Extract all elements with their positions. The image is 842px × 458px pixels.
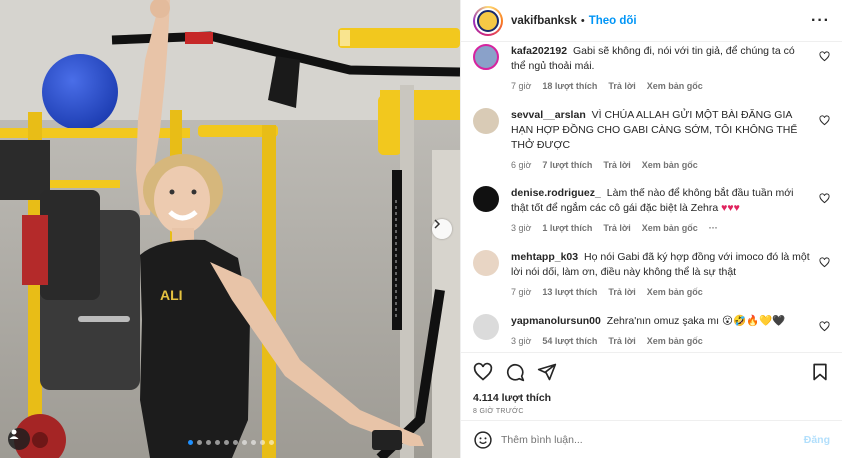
- see-original-button[interactable]: Xem bản gốc: [642, 158, 698, 173]
- comment-meta: 3 giờ 1 lượt thích Trả lời Xem bản gốc ·…: [511, 221, 810, 236]
- next-slide-button[interactable]: [432, 219, 452, 239]
- commenter-avatar[interactable]: [473, 44, 499, 70]
- share-icon[interactable]: [537, 362, 557, 382]
- gym-photo-illustration: ALI: [0, 0, 460, 458]
- carousel-dot: [251, 440, 256, 445]
- tagged-users-button[interactable]: [8, 428, 30, 450]
- post-viewer: ALI vakifbanksk • Theo dõi ··· kafa20219…: [0, 0, 842, 458]
- carousel-dot: [260, 440, 265, 445]
- comment-meta: 6 giờ 7 lượt thích Trả lời Xem bản gốc: [511, 158, 810, 173]
- heart-icon[interactable]: [819, 51, 830, 62]
- heart-icon[interactable]: [819, 115, 830, 126]
- comment-likes[interactable]: 1 lượt thích: [542, 221, 592, 236]
- svg-text:ALI: ALI: [160, 287, 183, 303]
- carousel-dot: [215, 440, 220, 445]
- post-actions-bar: [461, 352, 842, 390]
- heart-icon[interactable]: [819, 257, 830, 268]
- reply-button[interactable]: Trả lời: [608, 79, 635, 94]
- heart-icon[interactable]: [819, 321, 830, 332]
- comment-time[interactable]: 3 giờ: [511, 221, 531, 236]
- commenter-avatar[interactable]: [473, 314, 499, 340]
- post-comment-button[interactable]: Đăng: [804, 434, 830, 446]
- carousel-dot: [269, 440, 274, 445]
- carousel-dot: [224, 440, 229, 445]
- comment-likes[interactable]: 7 lượt thích: [542, 158, 592, 173]
- carousel-dot: [242, 440, 247, 445]
- see-original-button[interactable]: Xem bản gốc: [647, 334, 703, 349]
- comment-icon[interactable]: [505, 362, 525, 382]
- comment-likes[interactable]: 18 lượt thích: [542, 79, 597, 94]
- comment-emoji: ♥♥♥: [721, 202, 740, 214]
- see-original-button[interactable]: Xem bản gốc: [647, 285, 703, 300]
- comments-list[interactable]: kafa202192 Gabi sẽ không đi, nói với tin…: [461, 42, 842, 352]
- user-icon: [9, 429, 19, 439]
- comment-input[interactable]: [501, 433, 804, 446]
- post-time: 8 GIỜ TRƯỚC: [473, 408, 524, 415]
- comment-time[interactable]: 3 giờ: [511, 334, 531, 349]
- comment-item: mehtapp_k03 Họ nói Gabi đã ký hợp đồng v…: [473, 250, 830, 300]
- reply-button[interactable]: Trả lời: [603, 158, 630, 173]
- comment-meta: 7 giờ 13 lượt thích Trả lời Xem bản gốc: [511, 285, 810, 300]
- post-photo[interactable]: ALI: [0, 0, 460, 458]
- commenter-avatar[interactable]: [473, 250, 499, 276]
- author-avatar[interactable]: [473, 5, 503, 36]
- comment-emoji: 😮🤣🔥💛🖤: [722, 315, 786, 327]
- post-header: vakifbanksk • Theo dõi ···: [461, 0, 842, 42]
- heart-icon[interactable]: [819, 193, 830, 204]
- comment-time[interactable]: 7 giờ: [511, 79, 531, 94]
- comment-composer: Đăng: [461, 420, 842, 458]
- emoji-icon[interactable]: [473, 430, 493, 450]
- comment-username[interactable]: mehtapp_k03: [511, 251, 578, 263]
- comment-item: sevval__arslan VÌ CHÚA ALLAH GỬI MỘT BÀI…: [473, 108, 830, 173]
- reply-button[interactable]: Trả lời: [608, 285, 635, 300]
- carousel-dot: [197, 440, 202, 445]
- comment-item: denise.rodriguez_ Làm thế nào để không b…: [473, 186, 830, 236]
- carousel-dot: [206, 440, 211, 445]
- comment-meta: 3 giờ 54 lượt thích Trả lời Xem bản gốc: [511, 334, 810, 349]
- comment-username[interactable]: denise.rodriguez_: [511, 187, 601, 199]
- comment-username[interactable]: sevval__arslan: [511, 109, 586, 121]
- comment-username[interactable]: kafa202192: [511, 45, 567, 57]
- post-sidebar: vakifbanksk • Theo dõi ··· kafa202192 Ga…: [460, 0, 842, 458]
- reply-button[interactable]: Trả lời: [608, 334, 635, 349]
- likes-count[interactable]: 4.114 lượt thích: [461, 390, 842, 406]
- bookmark-icon[interactable]: [810, 362, 830, 382]
- see-original-button[interactable]: Xem bản gốc: [642, 221, 698, 236]
- commenter-avatar[interactable]: [473, 186, 499, 212]
- commenter-avatar[interactable]: [473, 108, 499, 134]
- comment-text: Zehra'nın omuz şaka mı: [606, 315, 720, 327]
- comment-item: kafa202192 Gabi sẽ không đi, nói với tin…: [473, 44, 830, 94]
- comment-options-icon[interactable]: ···: [709, 221, 718, 236]
- more-options-icon[interactable]: ···: [811, 12, 830, 30]
- header-separator: •: [580, 14, 585, 27]
- comment-time[interactable]: 7 giờ: [511, 285, 531, 300]
- carousel-dot: [233, 440, 238, 445]
- vakifbank-logo: [477, 9, 499, 32]
- follow-button[interactable]: Theo dõi: [589, 15, 637, 27]
- comment-likes[interactable]: 13 lượt thích: [542, 285, 597, 300]
- chevron-right-icon: [434, 219, 441, 229]
- see-original-button[interactable]: Xem bản gốc: [647, 79, 703, 94]
- comment-username[interactable]: yapmanolursun00: [511, 315, 601, 327]
- comment-item: yapmanolursun00 Zehra'nın omuz şaka mı 😮…: [473, 314, 830, 349]
- carousel-dot: [188, 440, 193, 445]
- comment-likes[interactable]: 54 lượt thích: [542, 334, 597, 349]
- comment-time[interactable]: 6 giờ: [511, 158, 531, 173]
- heart-icon[interactable]: [473, 362, 493, 382]
- reply-button[interactable]: Trả lời: [603, 221, 630, 236]
- carousel-indicator: [188, 440, 274, 445]
- comment-meta: 7 giờ 18 lượt thích Trả lời Xem bản gốc: [511, 79, 810, 94]
- author-username[interactable]: vakifbanksk: [511, 15, 577, 27]
